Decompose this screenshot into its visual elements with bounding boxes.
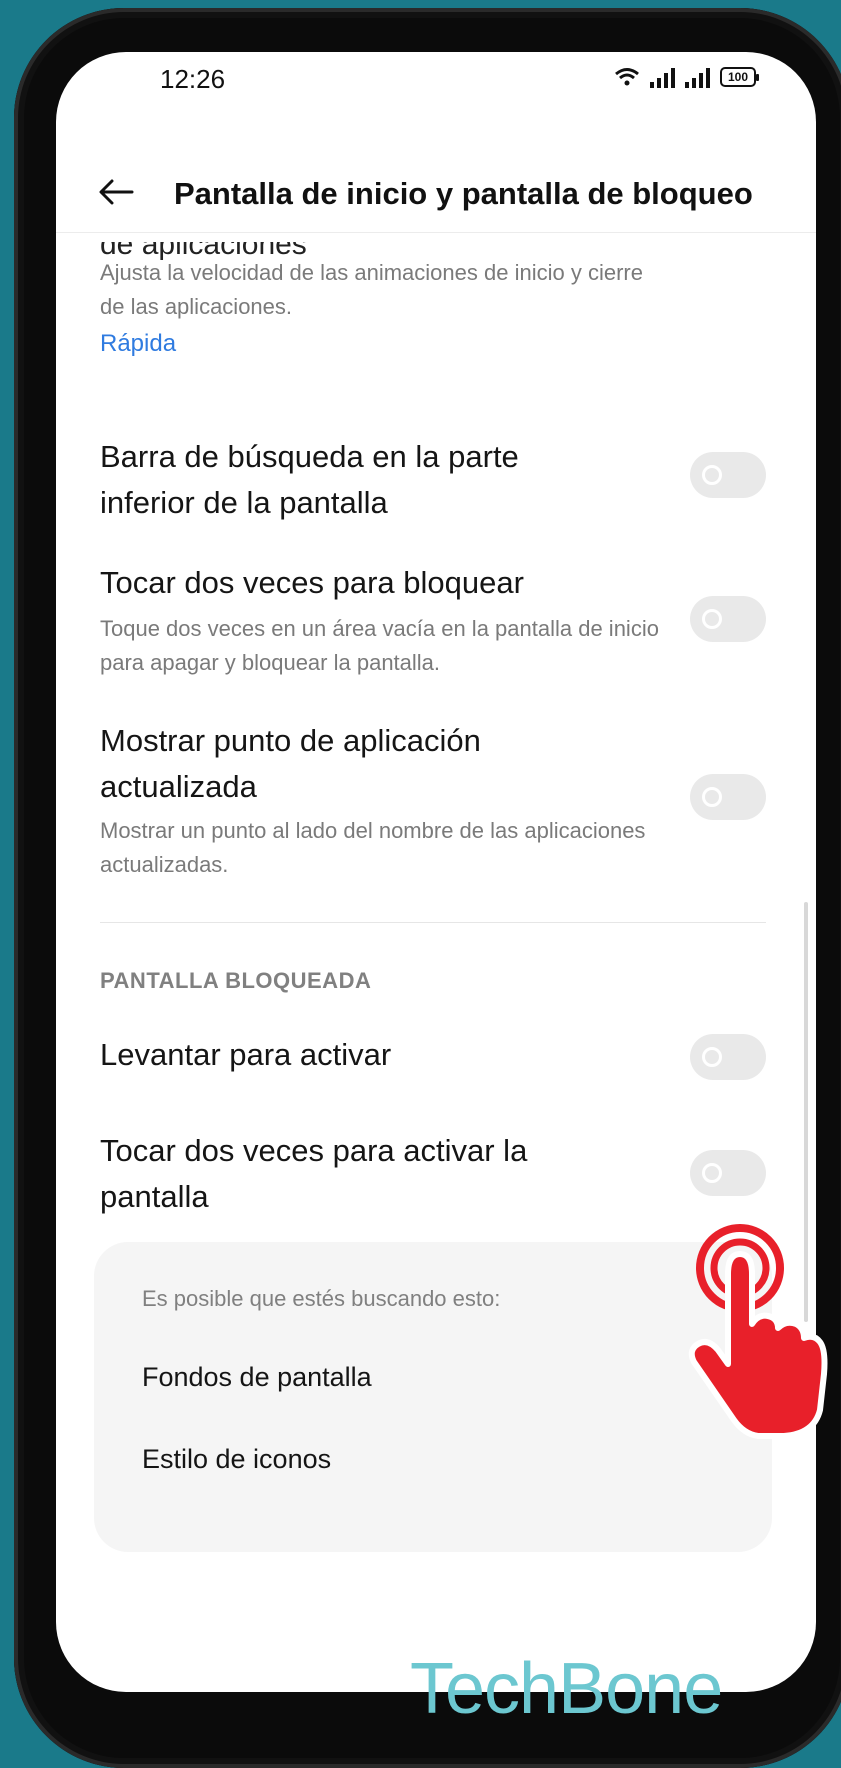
battery-icon: 100 [720, 67, 759, 87]
signal-icon-2 [685, 66, 710, 88]
setting-title: Barra de búsqueda en la parte inferior d… [100, 439, 519, 520]
status-time: 12:26 [160, 64, 226, 94]
phone-screen: 12:26 100 Pantalla de inicio y pantalla … [56, 52, 816, 1692]
setting-title: Levantar para activar [100, 1037, 392, 1072]
setting-description: Mostrar un punto al lado del nombre de l… [100, 818, 646, 877]
header: Pantalla de inicio y pantalla de bloqueo [56, 152, 816, 233]
double-tap-wake-toggle[interactable] [690, 1150, 766, 1196]
wifi-icon [615, 68, 639, 86]
search-bar-toggle[interactable] [690, 452, 766, 498]
animation-speed-value: Rápida [100, 330, 177, 357]
status-icons: 100 [614, 66, 759, 88]
suggestions-header: Es posible que estés buscando esto: [142, 1286, 501, 1311]
setting-title: Mostrar punto de aplicación actualizada [100, 723, 481, 804]
suggestion-icon-style[interactable]: Estilo de iconos [142, 1444, 331, 1475]
update-dot-toggle[interactable] [690, 774, 766, 820]
double-tap-lock-toggle[interactable] [690, 596, 766, 642]
setting-title: Tocar dos veces para activar la pantalla [100, 1133, 528, 1214]
page-title: Pantalla de inicio y pantalla de bloqueo [174, 176, 753, 211]
status-bar: 12:26 100 [56, 52, 816, 112]
setting-title: Tocar dos veces para bloquear [100, 565, 524, 600]
animation-speed-description: Ajusta la velocidad de las animaciones d… [100, 260, 643, 319]
signal-icon [650, 66, 675, 88]
tap-hand-icon [688, 1224, 828, 1439]
raise-to-wake-toggle[interactable] [690, 1034, 766, 1080]
suggestion-wallpapers[interactable]: Fondos de pantalla [142, 1362, 372, 1393]
back-arrow-icon[interactable] [96, 172, 136, 212]
section-header-lock-screen: PANTALLA BLOQUEADA [100, 968, 372, 993]
suggestions-card: Es posible que estés buscando esto: Fond… [94, 1242, 772, 1552]
setting-description: Toque dos veces en un área vacía en la p… [100, 616, 659, 675]
divider [100, 922, 766, 923]
watermark: TechBone [410, 1649, 723, 1729]
